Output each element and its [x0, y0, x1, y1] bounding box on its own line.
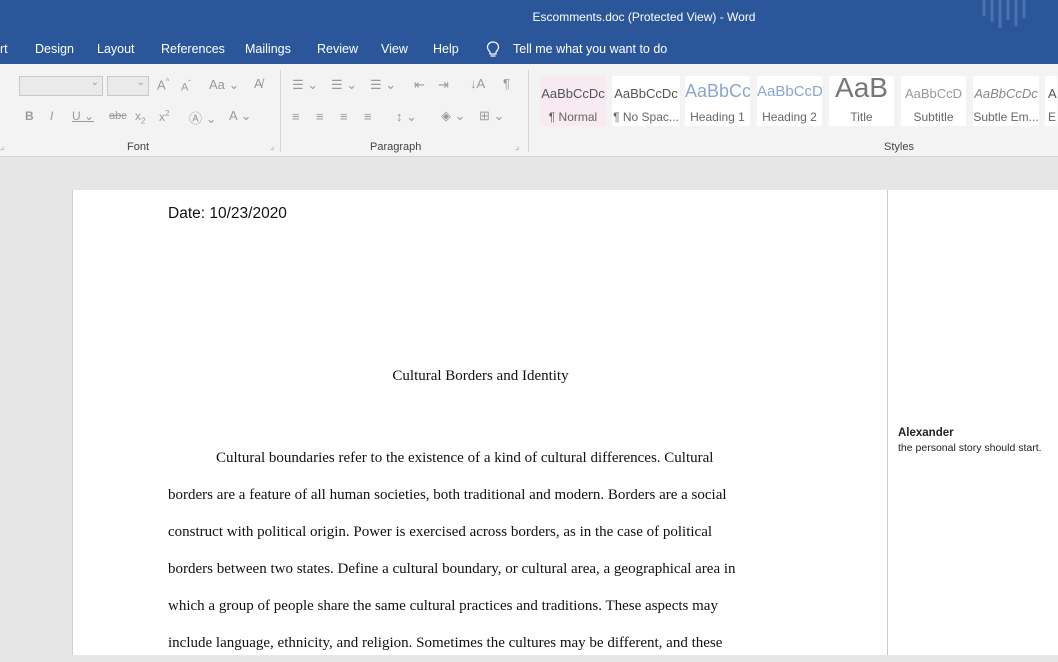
- change-case-icon[interactable]: Aa ⌄: [209, 77, 239, 93]
- borders-icon[interactable]: ⊞ ⌄: [479, 108, 504, 124]
- paragraph-dialog-launcher-icon[interactable]: ⌟: [515, 141, 519, 152]
- tab-mailings[interactable]: Mailings: [245, 42, 291, 56]
- style-normal[interactable]: AaBbCcDc ¶ Normal: [539, 75, 607, 127]
- style-preview: AaBbCcD: [757, 83, 822, 100]
- group-separator: [528, 70, 529, 152]
- paragraph-group-label: Paragraph: [370, 141, 422, 153]
- font-group-label: Font: [127, 141, 150, 153]
- ribbon-tab-bar: rt Design Layout References Mailings Rev…: [0, 34, 1058, 64]
- multilevel-list-icon[interactable]: ☰ ⌄: [370, 77, 396, 93]
- line-spacing-icon[interactable]: ↕ ⌄: [396, 109, 417, 125]
- style-preview: AaBbCc: [685, 81, 750, 101]
- style-name: Heading 2: [762, 110, 817, 124]
- comment-text[interactable]: the personal story should start.: [898, 442, 1042, 454]
- italic-icon[interactable]: I: [50, 109, 53, 123]
- style-name: Subtle Em...: [973, 110, 1039, 124]
- shading-icon[interactable]: ◈ ⌄: [441, 108, 466, 124]
- tab-view[interactable]: View: [381, 42, 408, 56]
- strikethrough-icon[interactable]: abc: [109, 110, 127, 122]
- paragraph-line: Cultural boundaries refer to the existen…: [216, 450, 714, 466]
- clear-formatting-icon[interactable]: A̸: [254, 76, 263, 91]
- style-preview: AaBbCcD: [904, 86, 963, 101]
- style-name: ¶ No Spac...: [613, 110, 679, 124]
- numbering-icon[interactable]: ☰ ⌄: [331, 77, 357, 93]
- style-subtle-emphasis[interactable]: AaBbCcDc Subtle Em...: [972, 75, 1040, 127]
- paragraph-line: include language, ethnicity, and religio…: [168, 635, 723, 651]
- style-preview: A: [1048, 86, 1057, 101]
- style-name: Subtitle: [913, 110, 954, 124]
- comments-pane: Alexander the personal story should star…: [887, 190, 1058, 655]
- underline-icon[interactable]: U ⌄: [72, 109, 94, 123]
- decrease-indent-icon[interactable]: ⇤: [414, 77, 425, 93]
- tab-review[interactable]: Review: [317, 42, 358, 56]
- style-no-spacing[interactable]: AaBbCcDc ¶ No Spac...: [611, 75, 681, 127]
- style-preview: AaBbCcDc: [614, 86, 678, 101]
- date-line: Date: 10/23/2020: [168, 205, 287, 222]
- tab-help[interactable]: Help: [433, 42, 459, 56]
- paragraph-line: borders between two states. Define a cul…: [168, 561, 736, 577]
- style-heading-1[interactable]: AaBbCc Heading 1: [684, 75, 751, 127]
- superscript-icon[interactable]: x2: [159, 109, 169, 124]
- align-center-icon[interactable]: ≡: [316, 109, 324, 124]
- styles-group-label: Styles: [884, 141, 914, 153]
- paragraph-line: construct with political origin. Power i…: [168, 524, 713, 540]
- document-heading: Cultural Borders and Identity: [392, 368, 569, 384]
- bold-icon[interactable]: B: [25, 109, 34, 123]
- style-emphasis[interactable]: A E: [1044, 75, 1058, 127]
- align-right-icon[interactable]: ≡: [340, 109, 348, 124]
- style-name: Title: [850, 110, 873, 124]
- style-title[interactable]: AaB Title: [828, 72, 895, 127]
- lightbulb-icon: [486, 41, 500, 57]
- style-name: E: [1048, 110, 1057, 124]
- increase-indent-icon[interactable]: ⇥: [438, 77, 449, 93]
- tab-layout[interactable]: Layout: [97, 42, 135, 56]
- font-color-icon[interactable]: A ⌄: [229, 108, 251, 124]
- document-page[interactable]: Date: 10/23/2020 Cultural Borders and Id…: [72, 190, 888, 655]
- align-left-icon[interactable]: ≡: [292, 109, 300, 124]
- style-heading-2[interactable]: AaBbCcD Heading 2: [756, 75, 823, 127]
- grow-font-icon[interactable]: A^: [157, 77, 169, 92]
- font-dialog-launcher-icon[interactable]: ⌟: [270, 141, 274, 152]
- shrink-font-icon[interactable]: Aˇ: [181, 79, 191, 94]
- tab-design[interactable]: Design: [35, 42, 74, 56]
- style-name: ¶ Normal: [548, 110, 598, 124]
- comment-author[interactable]: Alexander: [898, 427, 954, 439]
- paragraph-line: which a group of people share the same c…: [168, 598, 718, 614]
- style-name: Heading 1: [690, 110, 745, 124]
- bullets-icon[interactable]: ☰ ⌄: [292, 77, 318, 93]
- paragraph-line: borders are a feature of all human socie…: [168, 487, 727, 503]
- title-decoration-icon: [982, 0, 1026, 28]
- style-subtitle[interactable]: AaBbCcD Subtitle: [900, 75, 967, 127]
- tab-references[interactable]: References: [161, 42, 225, 56]
- font-name-dropdown[interactable]: [19, 76, 103, 96]
- font-size-dropdown[interactable]: [107, 76, 149, 96]
- tab-insert[interactable]: rt: [0, 42, 8, 56]
- clipboard-dialog-launcher-icon[interactable]: ⌟: [0, 141, 4, 152]
- window-title: Escomments.doc (Protected View) - Word: [532, 10, 756, 24]
- style-preview: AaB: [835, 72, 888, 103]
- style-preview: AaBbCcDc: [974, 86, 1038, 101]
- show-formatting-marks-icon[interactable]: ¶: [503, 76, 510, 91]
- group-separator: [280, 70, 281, 152]
- justify-icon[interactable]: ≡: [364, 109, 372, 124]
- style-preview: AaBbCcDc: [541, 86, 605, 101]
- sort-icon[interactable]: ↓A: [470, 76, 485, 91]
- title-bar: Escomments.doc (Protected View) - Word: [0, 0, 1058, 34]
- body-paragraph: Cultural boundaries refer to the existen…: [168, 440, 808, 662]
- text-effects-icon[interactable]: Ⓐ ⌄: [189, 108, 217, 127]
- ribbon: A^ Aˇ Aa ⌄ A̸ B I U ⌄ abc x2 x2 Ⓐ ⌄ A ⌄ …: [0, 64, 1058, 157]
- subscript-icon[interactable]: x2: [135, 109, 145, 125]
- tell-me-search[interactable]: Tell me what you want to do: [513, 42, 667, 56]
